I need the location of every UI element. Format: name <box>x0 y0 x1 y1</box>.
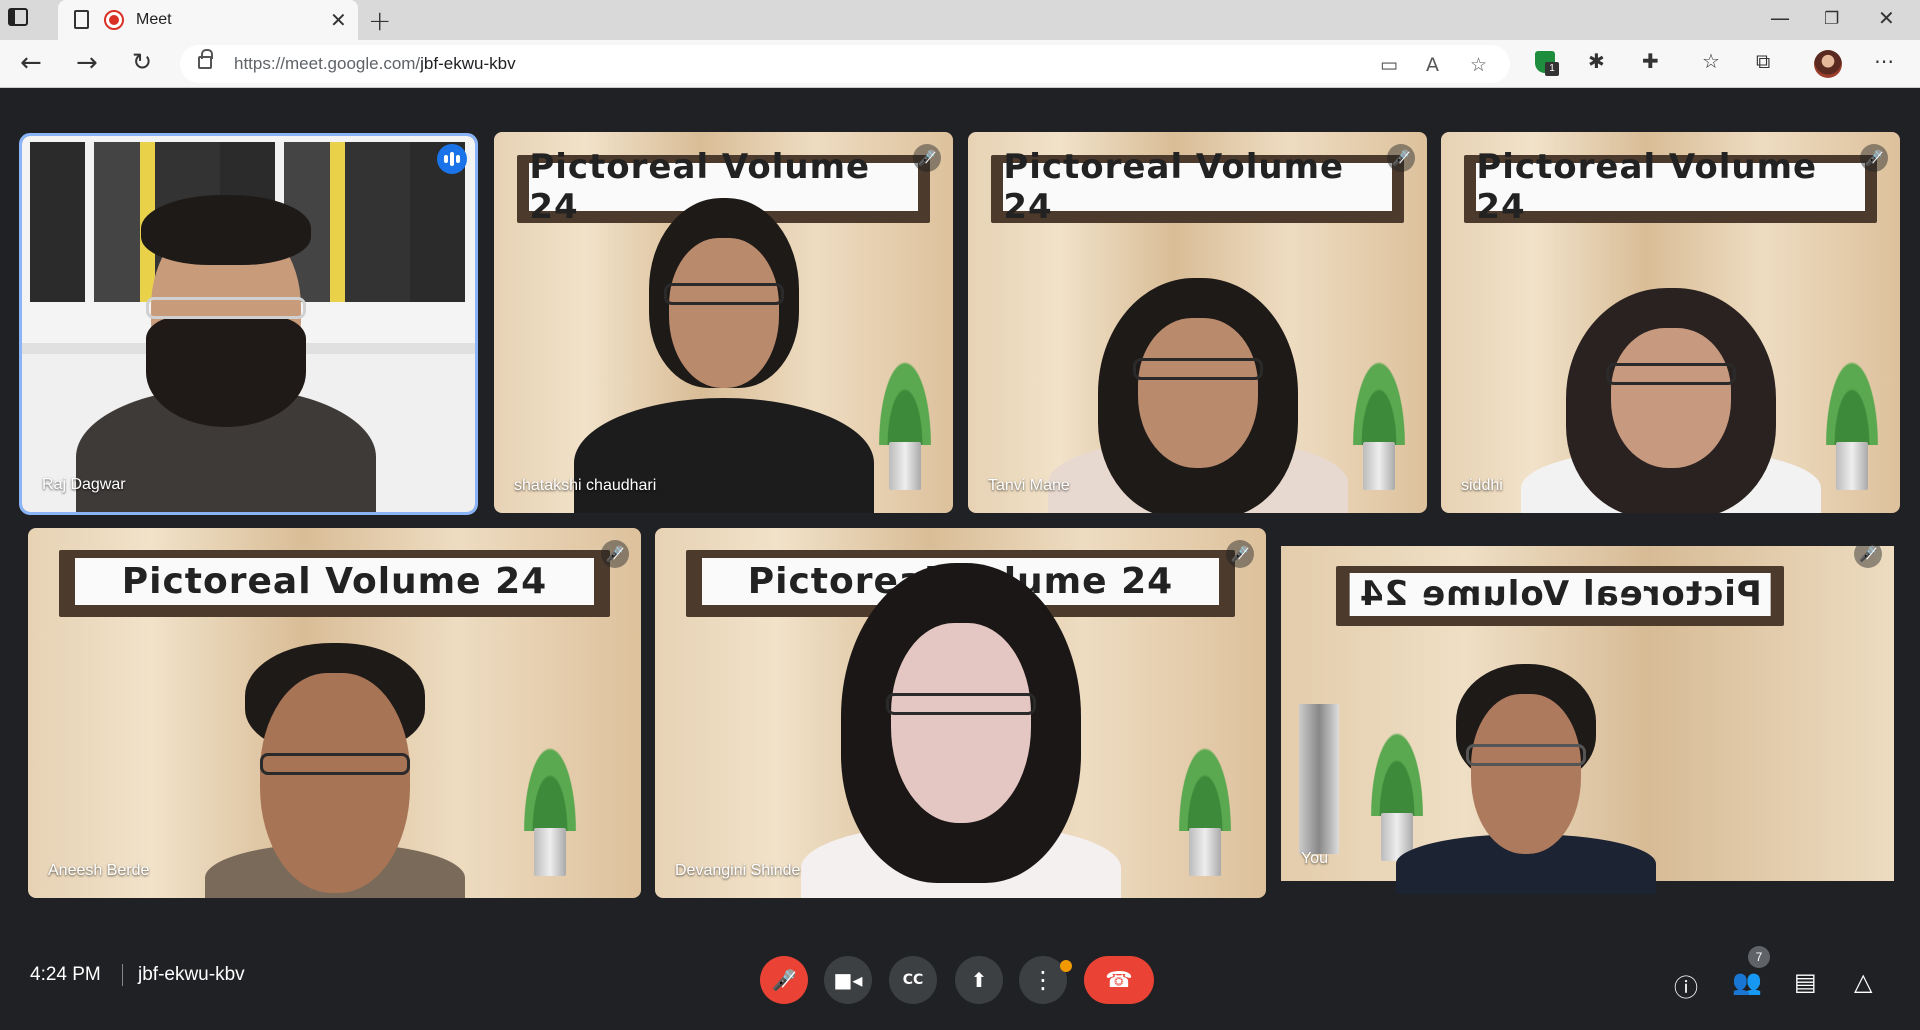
browser-toolbar: ← → ↻ https://meet.google.com/jbf-ekwu-k… <box>0 40 1920 88</box>
participant-tile[interactable]: Pictoreal Volume 24 🎤̸ siddhi <box>1441 132 1900 513</box>
participant-video <box>573 198 874 513</box>
closed-caption-icon: CC <box>902 972 924 988</box>
call-end-icon: ☎ <box>1105 967 1133 993</box>
plant-decoration <box>874 350 935 491</box>
participant-video <box>75 187 376 512</box>
participant-tile-self[interactable]: Pictoreal Volume 24 🎤̸ You <box>1281 528 1894 898</box>
background-banner: Pictoreal Volume 24 <box>1463 147 1878 227</box>
restore-icon[interactable]: ❐ <box>1824 9 1839 29</box>
forward-icon[interactable]: → <box>76 48 98 78</box>
browser-tab-meet[interactable]: Meet ✕ <box>58 0 358 40</box>
participant-name: Aneesh Berde <box>48 862 150 879</box>
participant-video <box>1520 288 1821 513</box>
camera-in-use-icon[interactable]: ▭ <box>1380 54 1398 76</box>
tab-title: Meet <box>136 11 172 28</box>
present-button[interactable]: ⬆ <box>955 956 1003 1004</box>
collections-icon[interactable]: ⧉ <box>1756 49 1770 73</box>
plant-decoration <box>1348 350 1409 491</box>
more-vert-icon: ⋮ <box>1031 966 1055 994</box>
background-banner: Pictoreal Volume 24 <box>1336 566 1784 627</box>
shield-extension-icon[interactable]: 1 <box>1535 51 1559 76</box>
new-tab-icon[interactable]: + <box>368 4 391 37</box>
bug-extension-icon[interactable]: ✱ <box>1588 49 1605 73</box>
mic-off-button[interactable]: 🎤̸ <box>760 956 808 1004</box>
participant-tile[interactable]: Pictoreal Volume 24 🎤̸ Tanvi Mane <box>968 132 1427 513</box>
camera-button[interactable]: ■◂ <box>824 956 872 1004</box>
divider <box>122 964 123 986</box>
meeting-time: 4:24 PM <box>30 964 101 985</box>
participant-video <box>1396 664 1657 895</box>
chat-icon[interactable]: ▤ <box>1794 968 1817 996</box>
books-decoration <box>1299 704 1340 855</box>
participant-video <box>800 562 1121 898</box>
address-bar[interactable]: https://meet.google.com/jbf-ekwu-kbv ▭ A… <box>180 45 1510 83</box>
mic-off-icon: 🎤̸ <box>601 540 629 568</box>
url-text[interactable]: https://meet.google.com/jbf-ekwu-kbv <box>234 54 516 74</box>
speaking-indicator-icon <box>437 144 467 174</box>
people-icon[interactable]: 👥 <box>1732 968 1762 996</box>
mic-off-icon: 🎤̸ <box>1860 144 1888 172</box>
mic-off-icon: 🎤̸ <box>913 144 941 172</box>
participant-name: Tanvi Mane <box>988 477 1070 494</box>
tab-actions-icon[interactable] <box>8 8 28 26</box>
notification-dot <box>1060 960 1072 972</box>
read-aloud-icon[interactable]: A <box>1426 54 1439 76</box>
plant-decoration <box>519 735 580 876</box>
self-video-background: Pictoreal Volume 24 <box>1281 546 1894 895</box>
lock-icon[interactable] <box>198 49 213 69</box>
mic-off-icon: 🎤̸ <box>1226 540 1254 568</box>
participant-tile[interactable]: Pictoreal Volume 24 🎤̸ Aneesh Berde <box>28 528 641 898</box>
extension-badge: 1 <box>1545 62 1559 76</box>
mic-off-icon: 🎤̸ <box>1854 540 1882 568</box>
background-banner: Pictoreal Volume 24 <box>990 147 1405 227</box>
participant-video <box>1047 278 1348 513</box>
meeting-stage: Raj Dagwar Pictoreal Volume 24 🎤̸ shatak… <box>0 88 1920 1030</box>
close-tab-icon[interactable]: ✕ <box>330 8 347 33</box>
participant-tile[interactable]: Pictoreal Volume 24 🎤̸ shatakshi chaudha… <box>494 132 953 513</box>
minimize-icon[interactable]: — <box>1770 6 1790 30</box>
captions-button[interactable]: CC <box>889 956 937 1004</box>
page-icon <box>74 10 89 29</box>
profile-avatar[interactable] <box>1814 50 1842 78</box>
add-favorite-icon[interactable]: ☆ <box>1470 54 1487 76</box>
info-icon[interactable]: ⓘ <box>1674 968 1698 1003</box>
videocam-icon: ■◂ <box>833 968 863 992</box>
recording-icon <box>104 10 124 30</box>
favorites-icon[interactable]: ☆ <box>1702 49 1720 73</box>
mic-off-icon: 🎤̸ <box>1387 144 1415 172</box>
reload-icon[interactable]: ↻ <box>132 48 152 76</box>
extensions-puzzle-icon[interactable]: ✚ <box>1642 49 1659 73</box>
participants-count-badge: 7 <box>1748 946 1770 968</box>
plant-decoration <box>1175 735 1236 876</box>
mic-off-icon: 🎤̸ <box>771 968 797 992</box>
participant-tile[interactable]: Pictoreal Volume 24 🎤̸ Devangini Shinde <box>655 528 1266 898</box>
meeting-code: jbf-ekwu-kbv <box>138 964 245 985</box>
browser-tab-bar: Meet ✕ + — ❐ ✕ <box>0 0 1920 40</box>
participant-name: Raj Dagwar <box>42 476 126 493</box>
end-call-button[interactable]: ☎ <box>1084 956 1154 1004</box>
background-banner: Pictoreal Volume 24 <box>58 550 611 617</box>
window-close-icon[interactable]: ✕ <box>1878 6 1895 30</box>
activities-icon[interactable]: △ <box>1854 968 1872 996</box>
participant-tile[interactable]: Raj Dagwar <box>19 133 478 515</box>
present-screen-icon: ⬆ <box>970 968 988 992</box>
meeting-controls-bar: 4:24 PM jbf-ekwu-kbv 🎤̸ ■◂ CC ⬆ ⋮ ☎ ⓘ 👥 … <box>0 912 1920 1030</box>
participant-video <box>204 642 465 898</box>
participant-name: Devangini Shinde <box>675 862 801 879</box>
settings-more-icon[interactable]: ⋯ <box>1874 49 1894 73</box>
participant-name: You <box>1301 850 1328 867</box>
participant-name: shatakshi chaudhari <box>514 477 657 494</box>
back-icon[interactable]: ← <box>20 48 42 78</box>
participant-name: siddhi <box>1461 477 1503 494</box>
plant-decoration <box>1821 350 1882 491</box>
